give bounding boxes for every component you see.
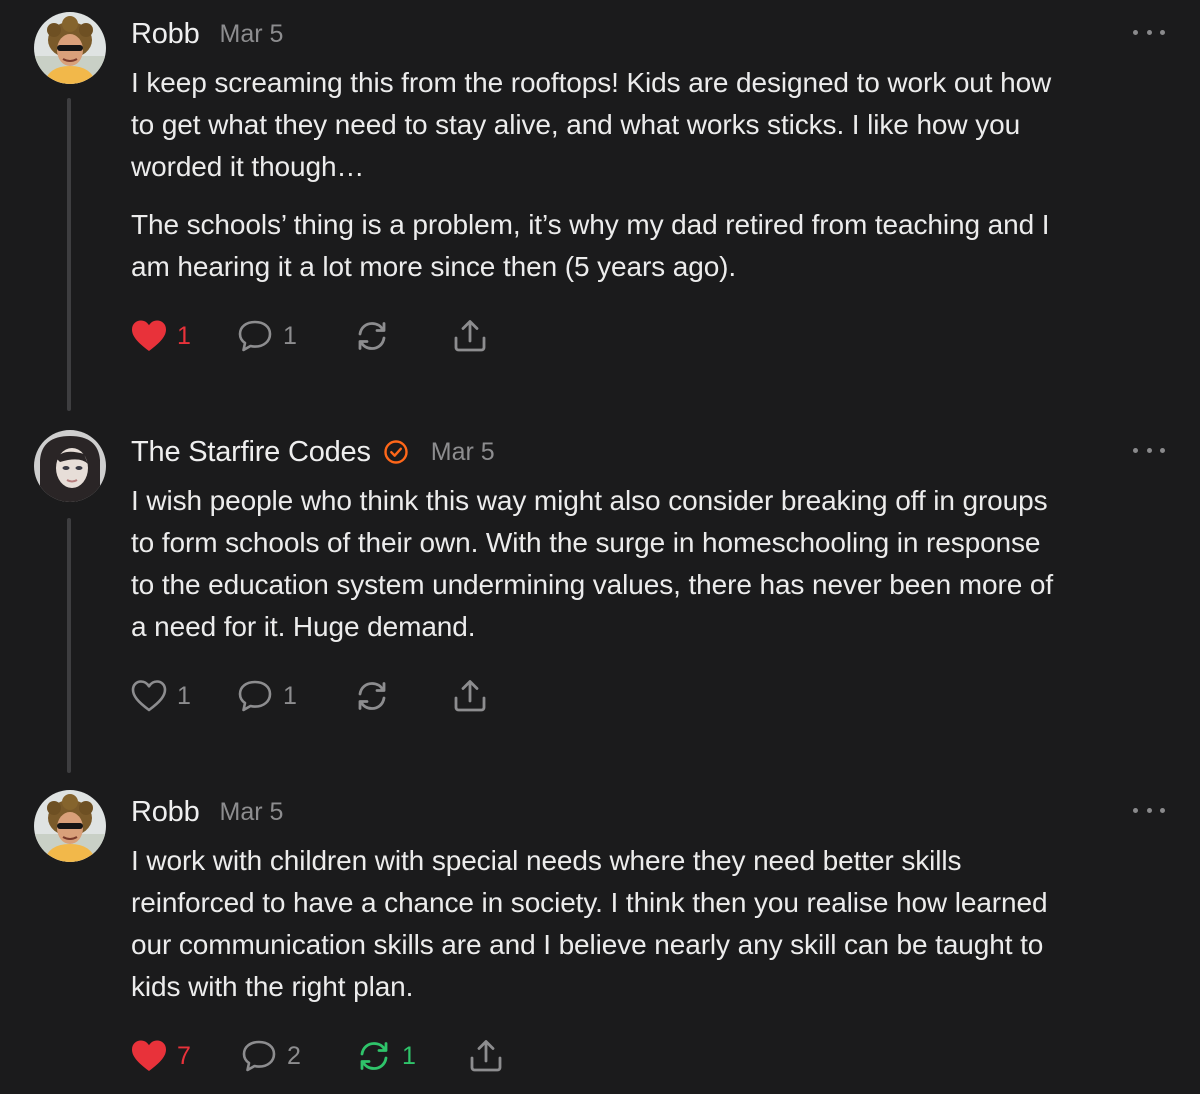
more-dots-icon <box>1133 807 1138 813</box>
verified-check-icon <box>384 440 408 464</box>
heart-icon <box>131 680 167 712</box>
like-button[interactable]: 7 <box>131 1036 191 1076</box>
thread-line <box>67 518 71 773</box>
body-line: kids with the right plan. <box>131 971 414 1002</box>
restack-button[interactable]: 1 <box>356 1036 416 1076</box>
share-button[interactable] <box>452 676 488 716</box>
like-count: 1 <box>177 681 191 710</box>
avatar-image <box>34 430 106 502</box>
more-dot <box>1160 447 1165 453</box>
body-line: I work with children with special needs … <box>131 845 962 876</box>
author-name[interactable]: Robb <box>131 18 200 51</box>
body-line: reinforced to have a chance in society. … <box>131 887 1048 918</box>
body-line: am hearing it a lot more since then (5 y… <box>131 251 737 282</box>
heart-icon <box>132 1040 166 1071</box>
comment-actions: 1 1 <box>131 316 531 356</box>
thread-line <box>67 98 71 411</box>
comment-thread: Robb Mar 5 I keep screaming this from th… <box>0 0 1200 1094</box>
more-options-button[interactable] <box>1133 798 1165 822</box>
more-dot <box>1146 29 1152 35</box>
comment-body: I wish people who think this way might a… <box>131 480 1176 648</box>
comment-date[interactable]: Mar 5 <box>220 20 284 49</box>
body-line: to the education system undermining valu… <box>131 569 1054 600</box>
comment-date[interactable]: Mar 5 <box>220 798 284 827</box>
more-dots-icon <box>1133 447 1138 453</box>
like-button[interactable]: 1 <box>131 316 191 356</box>
avatar[interactable] <box>34 790 106 862</box>
body-line: to get what they need to stay alive, and… <box>131 109 1021 140</box>
restack-icon <box>358 322 386 350</box>
like-count: 7 <box>177 1041 191 1070</box>
author-name[interactable]: The Starfire Codes <box>131 436 371 469</box>
reply-button[interactable]: 2 <box>241 1036 301 1076</box>
more-dot <box>1160 29 1165 35</box>
comment: Robb Mar 5 I keep screaming this from th… <box>0 0 1200 411</box>
more-dots-icon <box>1133 29 1138 35</box>
comment-bubble-icon <box>242 1040 276 1072</box>
restack-icon <box>358 682 386 710</box>
comment-body: I keep screaming this from the rooftops!… <box>131 62 1176 288</box>
avatar-image <box>34 12 106 84</box>
restack-icon <box>360 1042 388 1070</box>
reply-button[interactable]: 1 <box>237 676 297 716</box>
reply-count: 1 <box>283 681 297 710</box>
comment: Robb Mar 5 I work with children with spe… <box>0 778 1200 1094</box>
reply-count: 1 <box>283 321 297 350</box>
heart-icon <box>132 320 166 351</box>
like-count: 1 <box>177 321 191 350</box>
body-line: our communication skills are and I belie… <box>131 929 1044 960</box>
more-dot <box>1146 807 1152 813</box>
comment-actions: 1 1 <box>131 676 531 716</box>
reply-count: 2 <box>287 1041 301 1070</box>
share-upload-icon <box>454 320 486 352</box>
restack-button[interactable] <box>354 676 400 716</box>
more-dot <box>1146 447 1152 453</box>
body-line: The schools’ thing is a problem, it’s wh… <box>131 209 1050 240</box>
body-line: to form schools of their own. With the s… <box>131 527 1041 558</box>
body-line: I keep screaming this from the rooftops!… <box>131 67 1052 98</box>
more-dot <box>1160 807 1165 813</box>
reply-button[interactable]: 1 <box>237 316 297 356</box>
body-line: a need for it. Huge demand. <box>131 611 476 642</box>
share-button[interactable] <box>468 1036 504 1076</box>
body-line: I wish people who think this way might a… <box>131 485 1048 516</box>
comment-bubble-icon <box>238 680 272 712</box>
comment-body: I work with children with special needs … <box>131 840 1176 1008</box>
comment-date[interactable]: Mar 5 <box>431 438 495 467</box>
more-options-button[interactable] <box>1133 438 1165 462</box>
avatar-image <box>34 790 106 862</box>
avatar[interactable] <box>34 430 106 502</box>
more-options-button[interactable] <box>1133 20 1165 44</box>
share-button[interactable] <box>452 316 488 356</box>
comment-header: The Starfire Codes Mar 5 <box>131 432 495 472</box>
share-upload-icon <box>454 680 486 712</box>
body-line: worded it though… <box>131 151 365 182</box>
restack-button[interactable] <box>354 316 400 356</box>
comment-header: Robb Mar 5 <box>131 14 283 54</box>
comment-header: Robb Mar 5 <box>131 792 283 832</box>
author-name[interactable]: Robb <box>131 796 200 829</box>
share-upload-icon <box>470 1040 502 1072</box>
comment-actions: 7 2 1 <box>131 1036 531 1076</box>
comment: The Starfire Codes Mar 5 I wish people w… <box>0 418 1200 773</box>
avatar[interactable] <box>34 12 106 84</box>
like-button[interactable]: 1 <box>131 676 191 716</box>
restack-count: 1 <box>402 1041 416 1070</box>
comment-bubble-icon <box>238 320 272 352</box>
